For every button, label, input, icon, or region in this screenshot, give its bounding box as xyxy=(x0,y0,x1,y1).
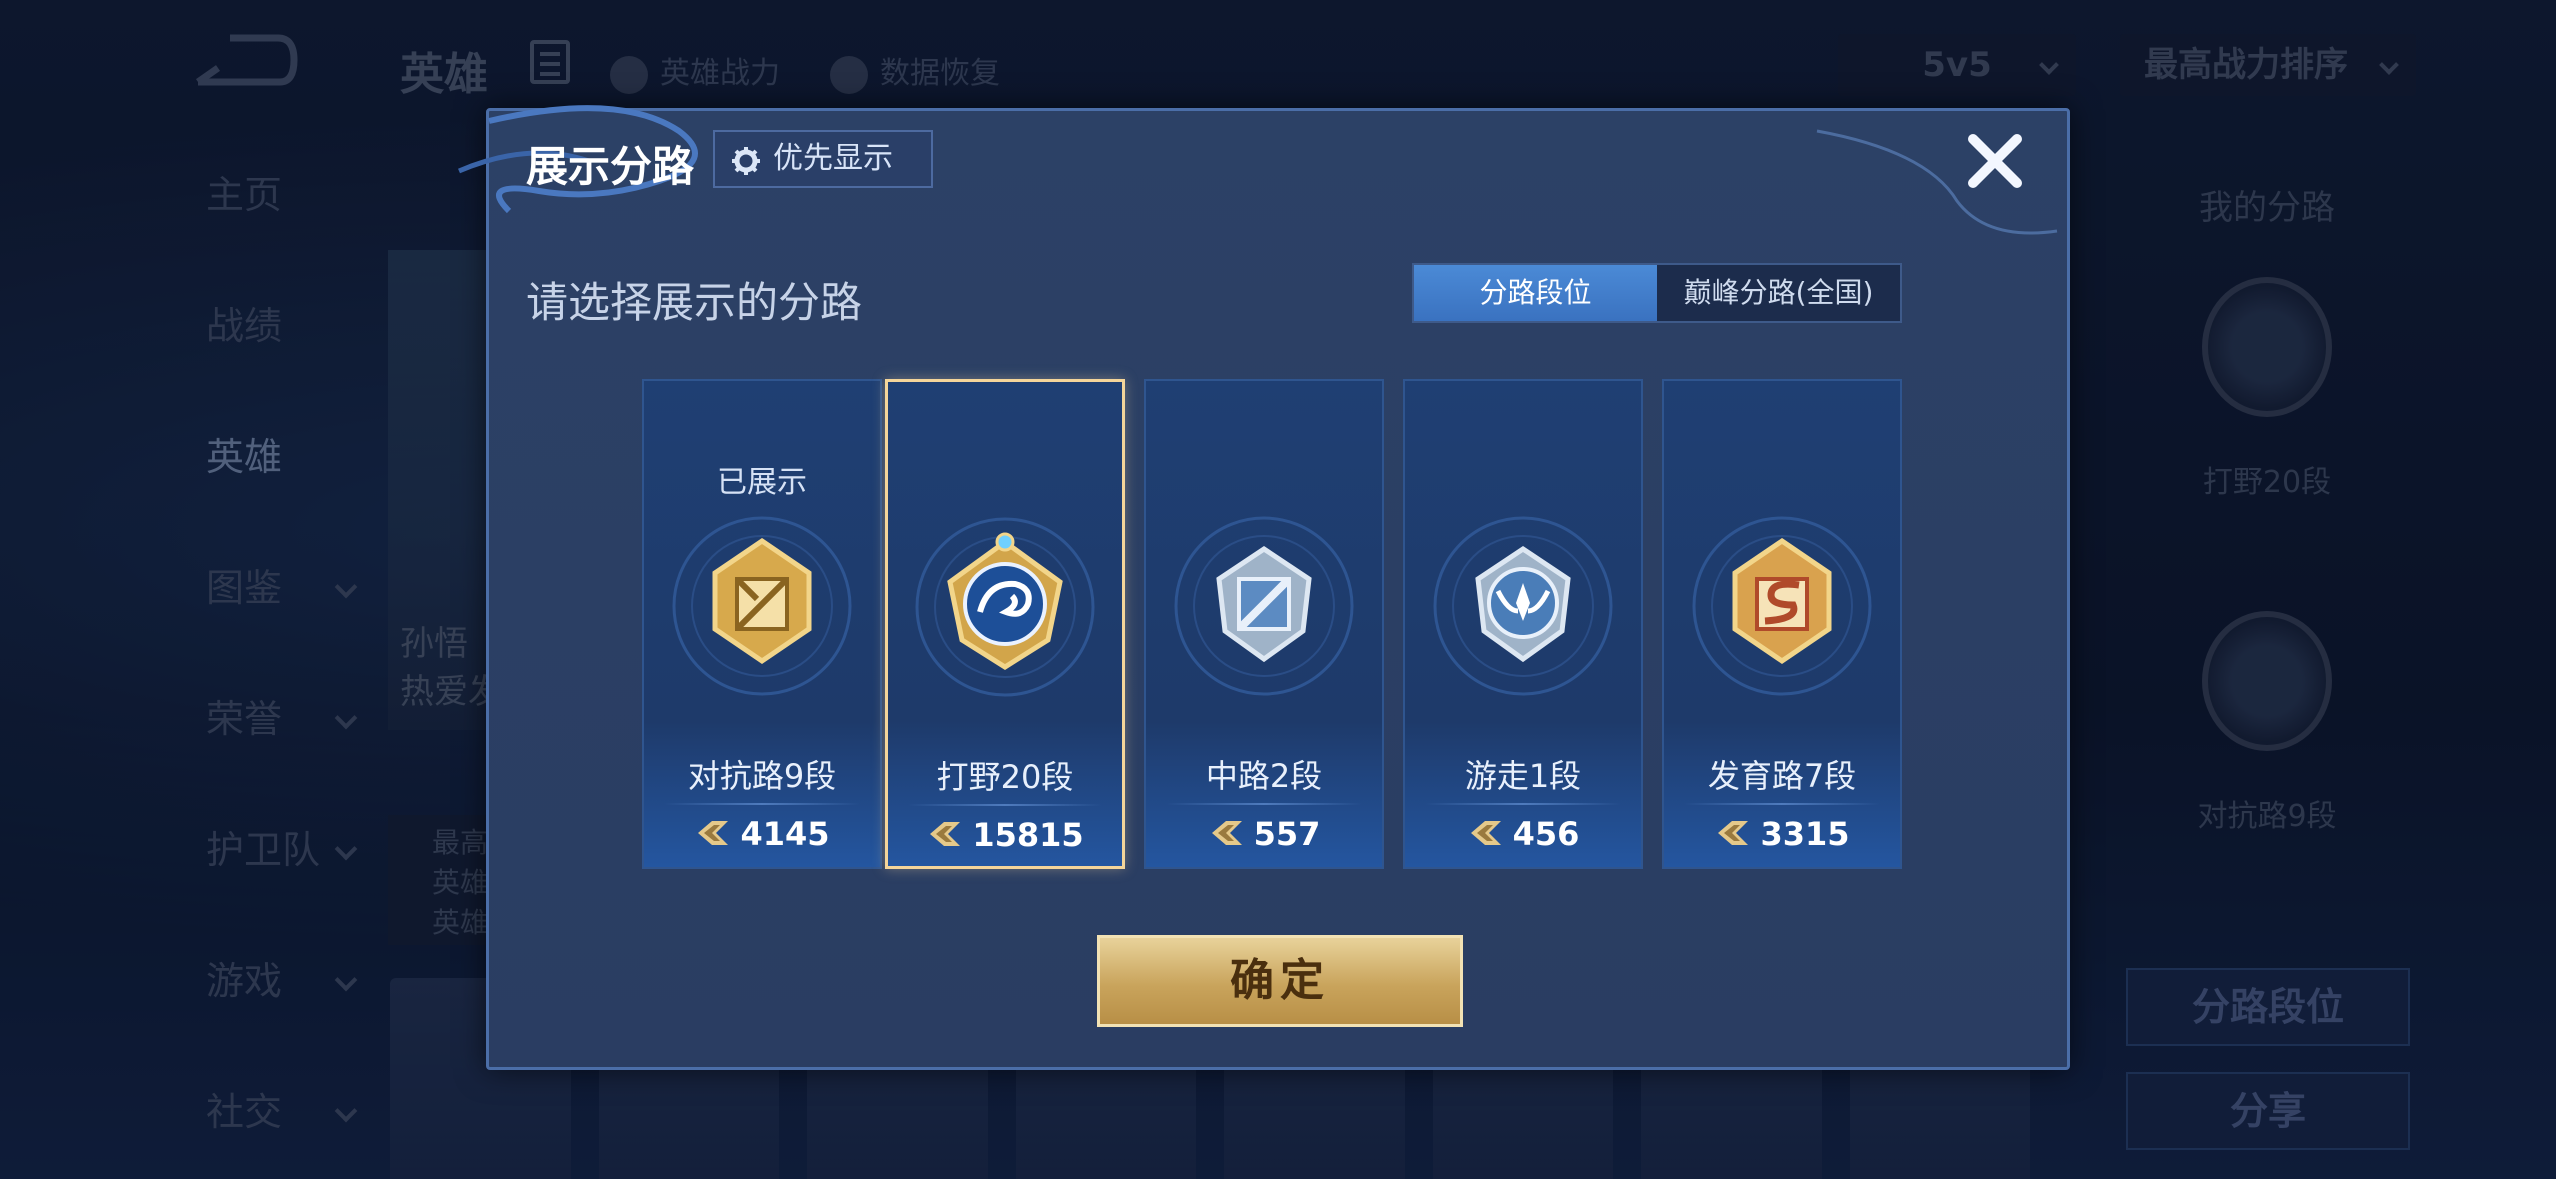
lane-score-value: 557 xyxy=(1253,815,1321,853)
points-icon xyxy=(930,822,961,846)
lane-score: 456 xyxy=(1405,815,1641,853)
points-icon xyxy=(698,821,729,845)
lane-score-value: 15815 xyxy=(972,816,1084,854)
lane-score: 15815 xyxy=(888,816,1122,854)
dialog-title: 展示分路 xyxy=(526,142,695,191)
tab-peak-lane[interactable]: 巅峰分路(全国) xyxy=(1657,265,1900,321)
divider xyxy=(908,804,1102,806)
farm-lane-gold-badge-icon xyxy=(1692,516,1872,696)
lane-card-clash[interactable]: 已展示 对抗路9段 4145 xyxy=(642,379,882,869)
lane-score-value: 3315 xyxy=(1760,815,1850,853)
lane-rank-label: 中路2段 xyxy=(1205,757,1323,795)
tab-lane-rank[interactable]: 分路段位 xyxy=(1414,265,1657,321)
lane-score: 3315 xyxy=(1664,815,1900,853)
confirm-button[interactable]: 确定 xyxy=(1097,935,1463,1027)
lane-score-value: 456 xyxy=(1512,815,1580,853)
priority-display-label: 优先显示 xyxy=(773,141,893,176)
points-icon xyxy=(1470,821,1501,845)
dialog-header: 展示分路 优先显示 xyxy=(489,111,2067,203)
shown-label: 已展示 xyxy=(717,465,807,500)
divider xyxy=(664,803,860,805)
lane-card-roam[interactable]: 游走1段 456 xyxy=(1403,379,1643,869)
section-title: 请选择展示的分路 xyxy=(526,278,863,327)
lane-rank-label: 发育路7段 xyxy=(1707,757,1857,795)
lane-score: 557 xyxy=(1146,815,1382,853)
display-lane-dialog: 展示分路 优先显示 请选择展示的分路 分路段位 巅峰分路(全国) 已展示 对抗路… xyxy=(458,105,2070,1070)
lane-card-list: 已展示 对抗路9段 4145 打野20段 15815 中路2段 557 游走1段… xyxy=(642,379,1922,869)
divider xyxy=(1684,803,1880,805)
lane-card-jungle[interactable]: 打野20段 15815 xyxy=(885,379,1125,869)
lane-card-farm[interactable]: 发育路7段 3315 xyxy=(1662,379,1902,869)
lane-tabs: 分路段位 巅峰分路(全国) xyxy=(1412,263,1902,323)
lane-rank-label: 游走1段 xyxy=(1464,757,1582,795)
points-icon xyxy=(1718,821,1749,845)
close-icon[interactable] xyxy=(1963,129,2027,193)
jungle-dragon-badge-icon xyxy=(915,517,1095,697)
lane-score: 4145 xyxy=(644,815,880,853)
lane-rank-label: 打野20段 xyxy=(936,758,1074,796)
points-icon xyxy=(1211,821,1242,845)
gear-icon xyxy=(732,147,760,175)
clash-lane-gold-badge-icon xyxy=(672,516,852,696)
lane-card-mid[interactable]: 中路2段 557 xyxy=(1144,379,1384,869)
priority-display-button[interactable]: 优先显示 xyxy=(713,130,933,188)
lane-rank-label: 对抗路9段 xyxy=(687,757,837,795)
divider xyxy=(1425,803,1621,805)
roam-silver-badge-icon xyxy=(1433,516,1613,696)
lane-score-value: 4145 xyxy=(740,815,830,853)
divider xyxy=(1166,803,1362,805)
mid-lane-silver-badge-icon xyxy=(1174,516,1354,696)
